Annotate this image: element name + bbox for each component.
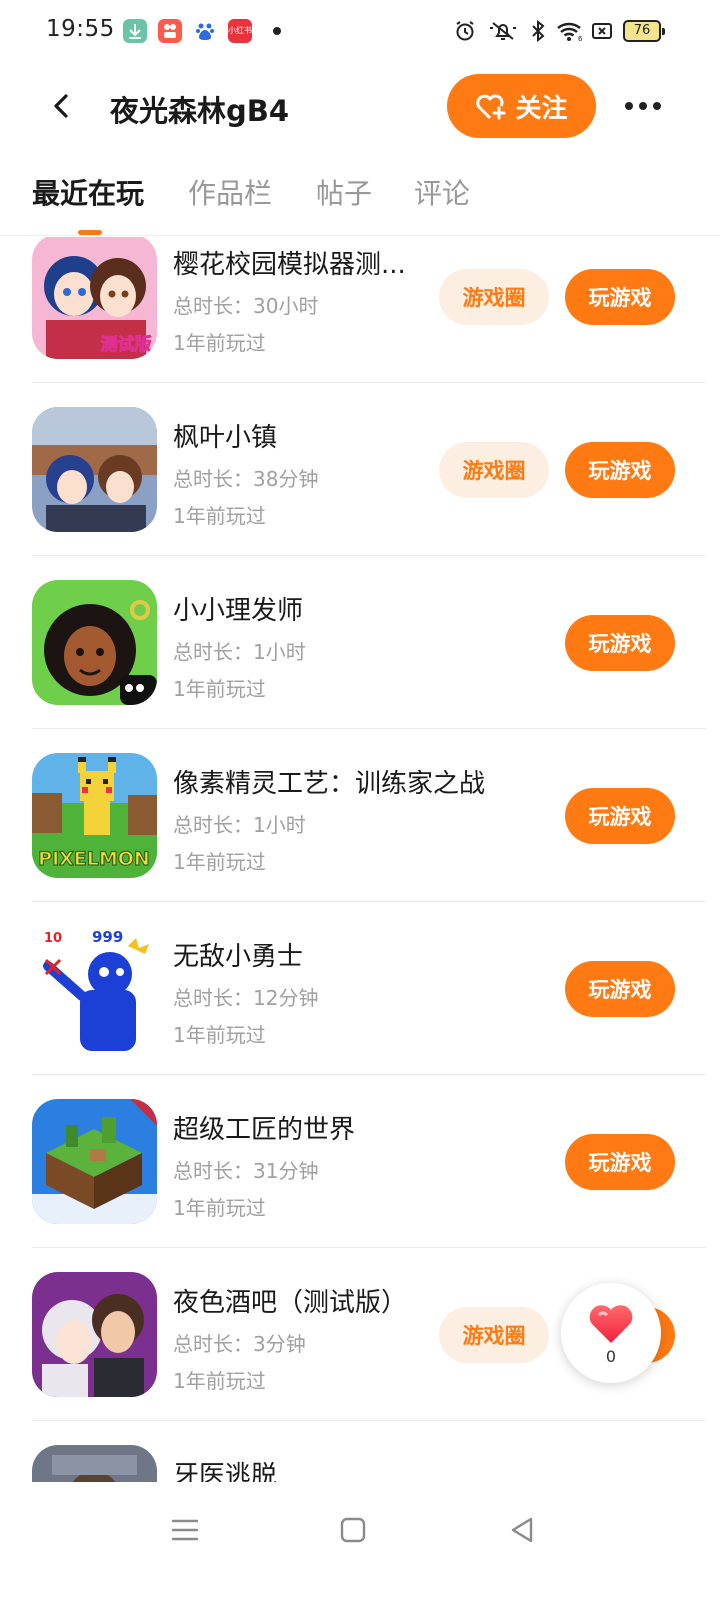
play-game-button[interactable]: 玩游戏 — [565, 615, 675, 671]
game-last-played: 1年前玩过 — [173, 1196, 266, 1220]
game-icon-night-bar — [32, 1272, 157, 1397]
game-circle-button[interactable]: 游戏圈 — [439, 269, 549, 325]
heart-plus-icon — [476, 94, 506, 120]
more-options-button[interactable] — [614, 84, 672, 128]
game-icon-invincible-warrior: 10 999 — [32, 926, 157, 1051]
game-name: 小小理发师 — [173, 596, 304, 626]
game-name: 樱花校园模拟器测... — [173, 250, 406, 280]
game-playtime: 总时长：12分钟 — [173, 986, 319, 1010]
game-last-played: 1年前玩过 — [173, 504, 266, 528]
play-game-button[interactable]: 玩游戏 — [565, 961, 675, 1017]
game-icon-super-craftsman — [32, 1099, 157, 1224]
recent-apps-button[interactable] — [163, 1508, 207, 1552]
game-icon-dentist-escape — [32, 1445, 157, 1482]
tab-recently-played[interactable]: 最近在玩 — [32, 172, 144, 212]
wifi-icon: 6 — [557, 22, 583, 43]
game-icon-maple-town — [32, 407, 157, 532]
game-icon-little-barber — [32, 580, 157, 705]
game-last-played: 1年前玩过 — [173, 1369, 266, 1393]
system-nav-bar — [0, 1482, 720, 1600]
sim-disabled-icon — [592, 23, 612, 39]
play-game-button[interactable]: 玩游戏 — [565, 269, 675, 325]
like-count: 0 — [605, 1346, 617, 1366]
game-playtime: 总时长：38分钟 — [173, 467, 319, 491]
game-row[interactable]: 10 999 无敌小勇士 总时长：12分钟 1年前玩过 玩游戏 — [0, 902, 720, 1075]
more-dot — [625, 102, 633, 110]
download-app-icon — [123, 19, 147, 43]
game-icon-sakura-school: 测试版 — [32, 237, 157, 359]
follow-button[interactable]: 关注 — [447, 74, 596, 138]
square-icon — [340, 1517, 366, 1543]
more-dot — [639, 102, 647, 110]
game-icon-pixelmon: PIXELMON — [32, 753, 157, 878]
play-game-button[interactable]: 玩游戏 — [565, 1134, 675, 1190]
game-name: 夜色酒吧（测试版） — [173, 1288, 408, 1318]
menu-icon — [171, 1519, 199, 1541]
tab-reviews[interactable]: 评论 — [414, 172, 470, 212]
status-time: 19:55 — [46, 16, 115, 42]
game-playtime: 总时长：3分钟 — [173, 1332, 306, 1356]
game-row[interactable]: 小小理发师 总时长：1小时 1年前玩过 玩游戏 — [0, 556, 720, 729]
game-circle-button[interactable]: 游戏圈 — [439, 442, 549, 498]
game-name: 牙医逃脱 — [173, 1461, 278, 1482]
heart-icon — [589, 1304, 633, 1343]
game-row[interactable]: 测试版 樱花校园模拟器测... 总时长：30小时 1年前玩过 游戏圈 玩游戏 — [0, 237, 720, 383]
game-row[interactable]: 枫叶小镇 总时长：38分钟 1年前玩过 游戏圈 玩游戏 — [0, 383, 720, 556]
svg-text:10: 10 — [44, 931, 62, 946]
bluetooth-icon — [532, 19, 545, 43]
game-last-played: 1年前玩过 — [173, 1023, 266, 1047]
status-bar: 19:55 小红书 6 76 — [0, 0, 720, 64]
game-name: 超级工匠的世界 — [173, 1115, 356, 1145]
game-playtime: 总时长：30小时 — [173, 294, 319, 318]
like-float-button[interactable]: 0 — [561, 1283, 661, 1383]
game-last-played: 1年前玩过 — [173, 850, 266, 874]
tab-indicator — [78, 230, 102, 235]
back-button[interactable] — [40, 84, 84, 128]
game-row[interactable]: 超级工匠的世界 总时长：31分钟 1年前玩过 玩游戏 — [0, 1075, 720, 1248]
game-last-played: 1年前玩过 — [173, 331, 266, 355]
svg-text:6: 6 — [578, 35, 583, 43]
game-name: 枫叶小镇 — [173, 423, 278, 453]
tab-works[interactable]: 作品栏 — [188, 172, 272, 212]
notification-dot — [273, 27, 281, 35]
home-button[interactable] — [331, 1508, 375, 1552]
profile-tabs: 最近在玩 作品栏 帖子 评论 — [0, 160, 720, 236]
page-title: 夜光森林gB4 — [110, 94, 290, 128]
kuaishou-app-icon — [158, 19, 182, 43]
game-circle-button[interactable]: 游戏圈 — [439, 1307, 549, 1363]
baidu-app-icon — [193, 19, 217, 43]
game-playtime: 总时长：1小时 — [173, 813, 306, 837]
system-back-button[interactable] — [500, 1508, 544, 1552]
svg-text:PIXELMON: PIXELMON — [38, 848, 150, 870]
alarm-icon — [456, 21, 474, 41]
svg-text:999: 999 — [92, 928, 123, 946]
svg-text:测试版: 测试版 — [101, 334, 152, 355]
game-row[interactable]: PIXELMON 像素精灵工艺：训练家之战 总时长：1小时 1年前玩过 玩游戏 — [0, 729, 720, 902]
profile-header: 夜光森林gB4 关注 — [0, 64, 720, 148]
game-row[interactable]: 牙医逃脱 — [0, 1421, 720, 1482]
battery-indicator: 76 — [623, 20, 665, 42]
follow-label: 关注 — [515, 93, 568, 124]
play-game-button[interactable]: 玩游戏 — [565, 788, 675, 844]
game-name: 像素精灵工艺：训练家之战 — [173, 769, 486, 799]
xiaohongshu-app-icon: 小红书 — [228, 19, 252, 43]
triangle-back-icon — [511, 1517, 533, 1543]
more-dot — [653, 102, 661, 110]
game-last-played: 1年前玩过 — [173, 677, 266, 701]
game-playtime: 总时长：1小时 — [173, 640, 306, 664]
play-game-button[interactable]: 玩游戏 — [565, 442, 675, 498]
game-playtime: 总时长：31分钟 — [173, 1159, 319, 1183]
game-name: 无敌小勇士 — [173, 942, 304, 972]
chevron-left-icon — [54, 94, 68, 118]
mute-icon — [490, 22, 516, 40]
tab-posts[interactable]: 帖子 — [316, 172, 372, 212]
